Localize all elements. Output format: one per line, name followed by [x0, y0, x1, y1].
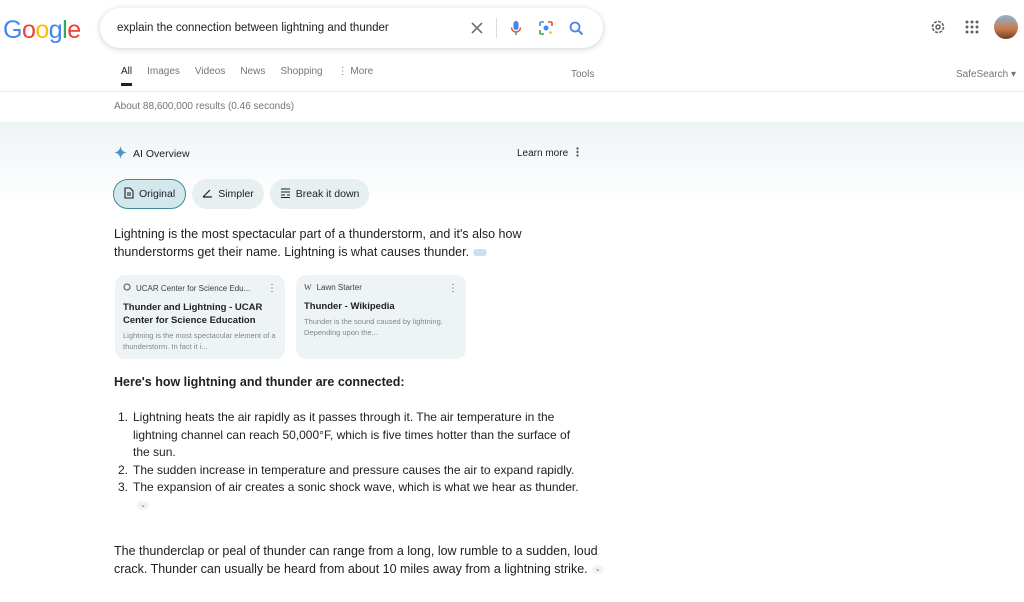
simplify-icon — [202, 188, 213, 201]
search-icon[interactable] — [563, 15, 589, 41]
card-title[interactable]: Thunder - Wikipedia — [304, 300, 458, 313]
list-breakdown-icon — [280, 187, 291, 201]
card-snippet: Lightning is the most spectacular elemen… — [123, 331, 276, 351]
list-item: 1. Lightning heats the air rapidly as it… — [118, 409, 588, 462]
card-snippet: Thunder is the sound caused by lightning… — [304, 317, 443, 337]
list-item-text: The sudden increase in temperature and p… — [133, 462, 575, 477]
tab-more[interactable]: ⋮ More — [338, 66, 374, 86]
search-box[interactable]: explain the connection between lightning… — [100, 8, 603, 48]
logo-letter: o — [21, 16, 36, 44]
card-source: W Lawn Starter — [304, 283, 458, 292]
source-card[interactable]: UCAR Center for Science Edu... ⋮ Thunder… — [115, 275, 285, 359]
mic-icon[interactable] — [503, 15, 529, 41]
chip-label: Original — [139, 188, 176, 200]
search-tabs: All Images Videos News Shopping ⋮ More — [121, 66, 388, 86]
list-item-text: Lightning heats the air rapidly as it pa… — [133, 410, 571, 459]
document-icon — [124, 186, 134, 202]
list-number: 1. — [118, 410, 129, 424]
ai-overview-title: AI Overview — [133, 148, 190, 160]
chip-break-it-down[interactable]: Break it down — [269, 179, 370, 209]
logo-letter: o — [35, 16, 49, 44]
expand-chevron-icon[interactable]: ⌄ — [137, 500, 149, 510]
closing-paragraph: The thunderclap or peal of thunder can r… — [114, 543, 614, 578]
card-source-name: Lawn Starter — [316, 283, 362, 292]
chip-label: Simpler — [218, 188, 254, 200]
more-options-icon[interactable]: ⋮ — [448, 283, 458, 294]
lens-icon[interactable] — [533, 15, 559, 41]
expand-chevron-icon[interactable]: ⌄ — [591, 564, 604, 574]
site-favicon-icon — [123, 283, 131, 293]
list-number: 2. — [118, 462, 129, 477]
divider — [0, 91, 1024, 92]
logo-letter: e — [67, 16, 81, 44]
ai-mode-chips: Original Simpler Break it down — [113, 179, 370, 209]
tab-news[interactable]: News — [240, 66, 265, 86]
account-avatar[interactable] — [994, 15, 1018, 39]
apps-grid-icon[interactable] — [960, 15, 984, 39]
intro-text: Lightning is the most spectacular part o… — [114, 227, 522, 259]
wikipedia-w-icon: W — [304, 283, 312, 292]
tab-shopping[interactable]: Shopping — [280, 66, 322, 86]
source-link-icon[interactable] — [473, 248, 488, 256]
more-options-icon[interactable] — [576, 147, 579, 160]
card-title[interactable]: Thunder and Lightning - UCAR Center for … — [123, 301, 277, 327]
steps-list: 1. Lightning heats the air rapidly as it… — [118, 409, 588, 514]
list-item: 3. The expansion of air creates a sonic … — [118, 479, 588, 514]
source-cards: UCAR Center for Science Edu... ⋮ Thunder… — [115, 275, 466, 359]
learn-more[interactable]: Learn more — [517, 147, 579, 160]
divider — [496, 18, 497, 38]
closing-text: The thunderclap or peal of thunder can r… — [114, 544, 598, 576]
list-item: 2. The sudden increase in temperature an… — [118, 462, 588, 480]
learn-more-label[interactable]: Learn more — [517, 148, 568, 159]
tab-images[interactable]: Images — [147, 66, 180, 86]
google-logo[interactable]: Google — [3, 16, 81, 45]
tab-all[interactable]: All — [121, 66, 133, 86]
card-source: UCAR Center for Science Edu... — [123, 283, 277, 293]
section-heading: Here's how lightning and thunder are con… — [114, 375, 405, 389]
settings-gear-icon[interactable] — [926, 15, 950, 39]
source-card[interactable]: W Lawn Starter ⋮ Thunder - Wikipedia Thu… — [296, 275, 466, 359]
chip-original[interactable]: Original — [113, 179, 187, 209]
search-input[interactable]: explain the connection between lightning… — [117, 22, 464, 34]
ai-intro-paragraph: Lightning is the most spectacular part o… — [114, 226, 574, 261]
logo-letter: g — [48, 16, 63, 44]
ai-overview-header: AI Overview — [114, 146, 190, 162]
tab-videos[interactable]: Videos — [195, 66, 225, 86]
chip-label: Break it down — [295, 188, 360, 200]
result-stats: About 88,600,000 results (0.46 seconds) — [114, 101, 295, 112]
ai-sparkle-icon — [114, 146, 127, 162]
clear-icon[interactable] — [464, 15, 490, 41]
card-source-name: UCAR Center for Science Edu... — [136, 283, 251, 293]
more-options-icon[interactable]: ⋮ — [267, 283, 277, 294]
list-item-text: The expansion of air creates a sonic sho… — [133, 480, 579, 494]
safesearch-button[interactable]: SafeSearch ▾ — [956, 69, 1016, 80]
tools-button[interactable]: Tools — [571, 69, 594, 80]
list-number: 3. — [118, 480, 129, 494]
header-actions — [926, 15, 1018, 39]
logo-letter: G — [3, 16, 22, 44]
chip-simpler[interactable]: Simpler — [192, 179, 264, 209]
